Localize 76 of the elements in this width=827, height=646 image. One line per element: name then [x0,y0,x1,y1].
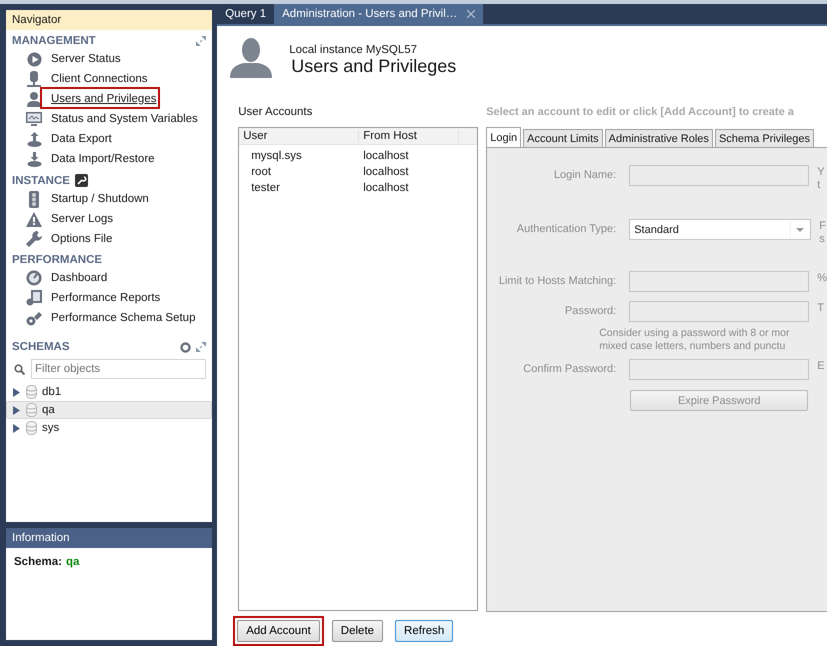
schema-item[interactable]: db1 [6,383,212,401]
upload-icon [26,132,42,146]
section-heading: MANAGEMENT [12,35,96,47]
expand-icon[interactable] [196,36,206,46]
field-label: Authentication Type: [516,222,616,237]
table-cell[interactable]: localhost [359,148,460,164]
information-title: Information [12,532,70,544]
table-cell[interactable]: root [239,164,360,180]
navigator-item[interactable]: Data Import/Restore [49,152,157,166]
table-cell[interactable]: tester [239,180,360,196]
section-heading: INSTANCE [12,174,70,186]
hint-text: t [817,179,822,192]
schema-name: qa [42,404,55,416]
person-icon [27,91,41,107]
hint-text: T [817,302,824,315]
navigator-item[interactable]: Dashboard [49,271,110,285]
download-icon [26,152,42,166]
info-value: qa [66,556,80,568]
schema-name: sys [42,422,60,434]
field-label: Password: [564,304,616,319]
navigator-item[interactable]: Server Status [49,52,123,66]
table-cell[interactable]: localhost [359,164,460,180]
filter-field[interactable]: Filter objects [31,359,206,379]
section-heading: SCHEMAS [12,341,70,353]
hint-text: s [819,233,826,246]
person-icon [230,38,272,78]
close-icon[interactable] [467,10,476,18]
column-header[interactable]: From Host [359,130,460,142]
hint-text: % [817,272,827,285]
section-heading: PERFORMANCE [12,254,102,266]
expand-arrow-icon[interactable] [12,406,21,414]
navigator-item[interactable]: Users and Privileges [49,92,158,106]
wrench-icon [74,174,88,187]
search-icon [14,364,25,374]
instruction-text: Select an account to edit or click [Add Account] to create a [486,106,794,118]
schema-item[interactable]: qa [6,401,212,419]
warning-icon [26,212,42,226]
field-label: Limit to Hosts Matching: [498,274,616,289]
navigator-item[interactable]: Startup / Shutdown [49,192,151,206]
schema-name: db1 [42,386,62,398]
action-button[interactable]: Add Account [237,620,320,642]
accounts-label: User Accounts [238,106,312,118]
gauge-icon [26,270,42,286]
navigator-item[interactable]: Performance Schema Setup [49,311,198,325]
instance-name: Local instance MySQL57 [289,44,418,56]
navigator-item[interactable]: Status and System Variables [49,112,200,126]
wrench-icon [26,231,42,247]
page-title: Users and Privileges [291,56,456,77]
schema-item[interactable]: sys [6,419,212,437]
hint-text: F [819,220,826,233]
table-cell[interactable]: localhost [359,180,460,196]
report-icon [26,290,42,306]
navigator-title: Navigator [12,14,62,26]
navigator-item[interactable]: Data Export [49,132,114,146]
field-label: Login Name: [552,168,616,183]
monitor-icon [26,112,42,126]
navigator-item[interactable]: Server Logs [49,212,116,226]
action-button[interactable]: Delete [332,620,384,642]
hint-text: E [817,360,825,373]
table-cell[interactable]: mysql.sys [239,148,360,164]
navigator-item[interactable]: Performance Reports [49,291,162,305]
hint-text: Y [817,166,825,179]
info-label: Schema: [14,556,62,568]
column-header[interactable]: User [239,130,360,142]
note-text: Consider using a password with 8 or mor [599,327,790,340]
navigator-item[interactable]: Client Connections [49,72,150,86]
traffic-light-icon [29,190,39,208]
play-icon [26,52,42,66]
field-label: Confirm Password: [522,362,616,377]
expand-arrow-icon[interactable] [12,388,21,396]
editor-tab[interactable]: Administration - Users and Privil… [274,4,484,24]
note-text: mixed case letters, numbers and punctu [599,340,786,353]
expand-icon[interactable] [196,342,206,352]
action-button[interactable]: Refresh [395,620,454,642]
navigator-item[interactable]: Options File [49,232,114,246]
expand-arrow-icon[interactable] [12,424,21,432]
